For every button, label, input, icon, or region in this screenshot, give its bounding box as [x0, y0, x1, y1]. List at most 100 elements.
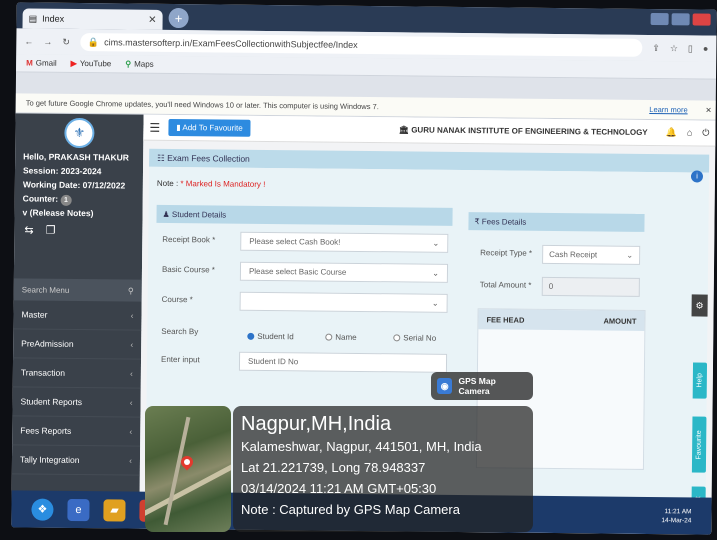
student-details-header: ♟ Student Details: [156, 204, 453, 226]
reload-icon[interactable]: ↻: [62, 36, 70, 47]
bookmark-maps[interactable]: ⚲ Maps: [125, 59, 154, 68]
browser-tab[interactable]: ▤ Index ✕: [22, 8, 163, 30]
radio-name[interactable]: Name: [325, 333, 357, 342]
sidebar-item-master[interactable]: Master ‹: [13, 300, 142, 331]
system-clock: 11:21 AM 14-Mar-24: [661, 507, 692, 524]
home-icon[interactable]: ⌂: [687, 127, 693, 138]
gps-datetime: 03/14/2024 11:21 AM GMT+05:30: [241, 481, 437, 496]
youtube-icon: ▶: [70, 58, 77, 68]
bookmark-youtube[interactable]: ▶ YouTube: [71, 59, 112, 68]
gps-address: Kalameshwar, Nagpur, 441501, MH, India: [241, 439, 482, 454]
copy-icon[interactable]: ❐: [46, 224, 56, 237]
gps-coordinates: Lat 21.221739, Long 78.948337: [241, 460, 426, 475]
bookmark-gmail[interactable]: M Gmail: [26, 58, 57, 67]
receipt-type-select[interactable]: Cash Receipt ⌄: [542, 244, 641, 265]
help-side-tab[interactable]: Help: [692, 362, 708, 399]
learn-more-link[interactable]: Learn more: [649, 105, 687, 114]
sidebar-item-fees-reports[interactable]: Fees Reports ‹: [12, 416, 141, 447]
settings-gear-icon[interactable]: ⚙: [691, 294, 708, 317]
window-controls: [650, 12, 711, 26]
chevron-left-icon: ‹: [129, 455, 133, 466]
release-notes-link[interactable]: v (Release Notes): [22, 205, 134, 220]
folder-icon[interactable]: ▰: [103, 498, 126, 522]
lock-icon: 🔒: [87, 36, 100, 47]
chevron-down-icon: ⌄: [626, 250, 634, 260]
search-icon: ⚲: [127, 286, 134, 296]
maximize-button[interactable]: [671, 13, 690, 26]
back-icon[interactable]: ←: [24, 36, 33, 46]
sidebar-item-preadmission[interactable]: PreAdmission ‹: [13, 329, 142, 360]
working-date: Working Date: 07/12/2022: [22, 179, 126, 191]
add-to-favourite-button[interactable]: ▮ Add To Favourite: [168, 118, 251, 137]
radio-student-id[interactable]: Student Id: [247, 332, 294, 341]
ie-icon[interactable]: e: [67, 498, 90, 521]
session-text: Session: 2023-2024: [22, 165, 102, 177]
power-icon[interactable]: ⏻: [702, 128, 709, 139]
basic-course-select[interactable]: Please select Basic Course ⌄: [239, 261, 449, 283]
basic-course-label: Basic Course *: [161, 264, 215, 275]
rupee-icon: ₹: [474, 216, 480, 226]
gmail-icon: M: [26, 58, 33, 68]
course-select[interactable]: ⌄: [239, 291, 448, 313]
sidebar-item-transaction[interactable]: Transaction ‹: [12, 358, 142, 389]
user-greeting: Hello, PRAKASH THAKUR: [23, 151, 129, 163]
sidepanel-icon[interactable]: ▯: [688, 43, 693, 54]
sidebar-tools: ⇆ ❐: [14, 219, 142, 241]
fee-head-column: FEE HEAD: [486, 314, 525, 325]
maps-icon: ⚲: [125, 59, 132, 69]
chevron-left-icon: ‹: [129, 368, 133, 379]
mandatory-note: Note : * Marked Is Mandatory !: [156, 178, 266, 189]
app-topbar: ☰ ▮ Add To Favourite 🏛 GURU NANAK INSTIT…: [143, 114, 716, 147]
search-by-label: Search By: [161, 326, 199, 337]
favourite-side-tab[interactable]: Favourite: [691, 416, 707, 473]
receipt-book-label: Receipt Book *: [162, 234, 216, 245]
notice-text: To get future Google Chrome updates, you…: [25, 98, 379, 112]
user-info: Hello, PRAKASH THAKUR Session: 2023-2024…: [14, 149, 143, 220]
url-text: cims.mastersofterp.in/ExamFeesCollection…: [104, 37, 358, 50]
list-icon: ☷: [157, 152, 165, 163]
chevron-down-icon: ⌄: [432, 238, 440, 248]
radio-serial-no[interactable]: Serial No: [393, 333, 436, 343]
bell-icon[interactable]: 🔔: [666, 127, 677, 138]
fees-details-header: ₹ Fees Details: [468, 212, 645, 232]
refresh-icon[interactable]: ⇆: [24, 223, 33, 236]
page-icon: ▤: [28, 12, 38, 24]
minimize-button[interactable]: [650, 12, 669, 26]
student-id-input[interactable]: Student ID No: [238, 351, 448, 373]
share-icon[interactable]: ⇪: [652, 43, 660, 54]
gps-info-box: Nagpur,MH,India Kalameshwar, Nagpur, 441…: [233, 406, 533, 532]
chevron-left-icon: ‹: [130, 310, 134, 321]
counter-row: Counter: 1: [23, 191, 135, 206]
new-tab-icon[interactable]: +: [168, 7, 189, 29]
total-amount-field[interactable]: 0: [541, 276, 640, 297]
sidebar-item-student-reports[interactable]: Student Reports ‹: [12, 387, 141, 418]
info-icon[interactable]: i: [690, 170, 704, 183]
hamburger-menu-icon[interactable]: ☰: [149, 120, 160, 134]
chevron-down-icon: ⌄: [432, 268, 440, 278]
camera-icon: ◉: [437, 378, 453, 394]
chevron-left-icon: ‹: [130, 339, 134, 350]
fee-table-header: FEE HEAD AMOUNT: [478, 309, 645, 331]
gps-note: Note : Captured by GPS Map Camera: [241, 502, 460, 517]
enter-input-label: Enter input: [160, 354, 200, 365]
receipt-book-select[interactable]: Please select Cash Book! ⌄: [240, 231, 449, 253]
sidebar: ⚜ Hello, PRAKASH THAKUR Session: 2023-20…: [11, 113, 144, 529]
close-tab-icon[interactable]: ✕: [148, 14, 157, 25]
search-menu-input[interactable]: Search Menu ⚲: [13, 278, 142, 302]
tab-title: Index: [42, 13, 65, 24]
institute-name: 🏛 GURU NANAK INSTITUTE OF ENGINEERING & …: [398, 125, 648, 137]
chevron-left-icon: ‹: [129, 397, 133, 408]
chevron-left-icon: ‹: [129, 426, 133, 437]
gps-camera-tag: ◉ GPS Map Camera: [431, 372, 533, 400]
close-window-button[interactable]: [692, 13, 711, 26]
gps-map-thumbnail: [145, 406, 231, 532]
close-notice-icon[interactable]: ✕: [705, 106, 711, 115]
sidebar-item-tally-integration[interactable]: Tally Integration ‹: [11, 445, 141, 476]
forward-icon[interactable]: →: [43, 37, 52, 47]
start-button-icon[interactable]: ❖: [31, 498, 54, 521]
chevron-down-icon: ⌄: [431, 298, 439, 308]
topbar-icons: 🔔 ⌂ ⏻: [666, 127, 710, 138]
profile-icon[interactable]: ●: [703, 44, 709, 54]
url-field[interactable]: 🔒 cims.mastersofterp.in/ExamFeesCollecti…: [79, 33, 643, 57]
star-icon[interactable]: ☆: [670, 43, 678, 54]
